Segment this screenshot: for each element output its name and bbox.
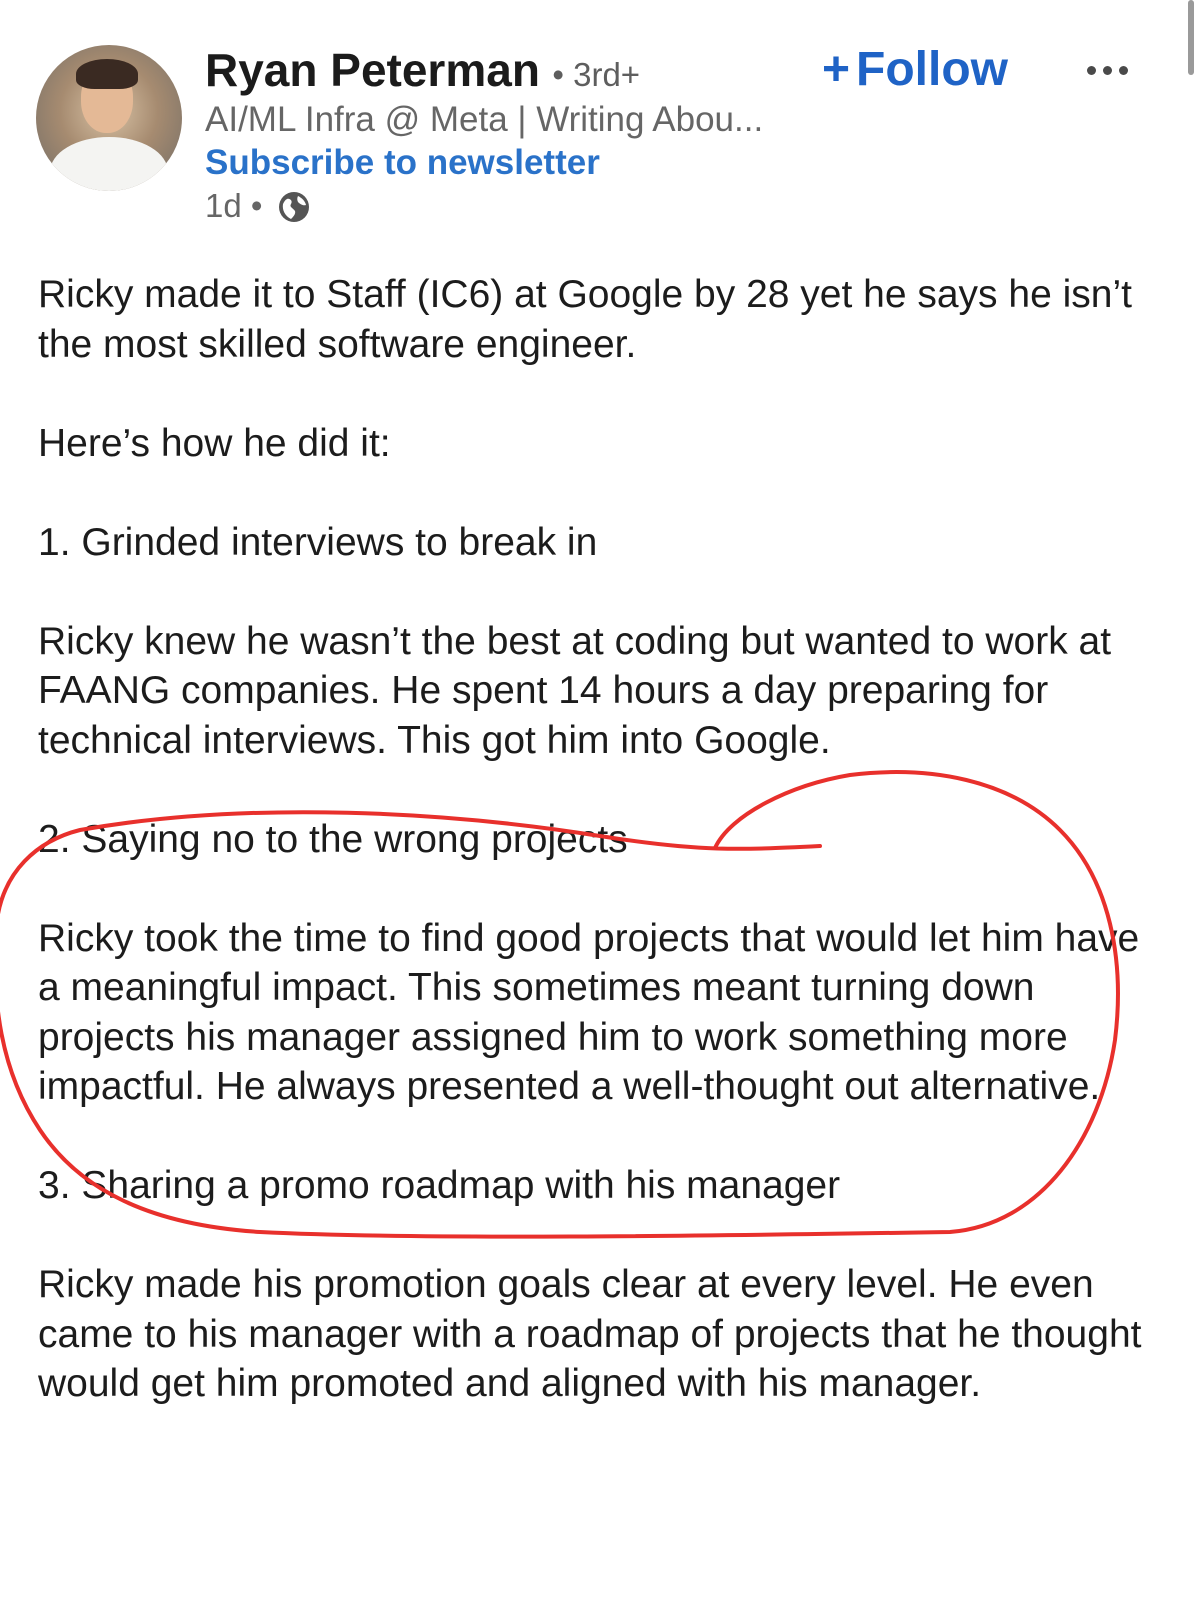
post-time: 1d •	[205, 187, 263, 224]
author-name[interactable]: Ryan Peterman	[205, 44, 540, 96]
avatar-hair	[76, 59, 138, 89]
post-heading: 1. Grinded interviews to break in	[38, 520, 598, 564]
post-paragraph: Ricky made his promotion goals clear at …	[38, 1263, 1142, 1405]
avatar[interactable]	[36, 45, 182, 191]
more-horizontal-icon[interactable]	[1085, 50, 1131, 90]
author-headline: AI/ML Infra @ Meta | Writing Abou...	[205, 100, 764, 139]
scrollbar[interactable]	[1188, 0, 1194, 75]
post-paragraph: Ricky took the time to find good project…	[38, 916, 1140, 1109]
connection-degree: • 3rd+	[552, 56, 641, 93]
post-paragraph: Ricky made it to Staff (IC6) at Google b…	[38, 273, 1132, 366]
post-body: Ricky made it to Staff (IC6) at Google b…	[38, 270, 1148, 1458]
avatar-shirt	[50, 137, 168, 191]
post-heading: 3. Sharing a promo roadmap with his mana…	[38, 1164, 841, 1207]
globe-icon	[279, 192, 309, 222]
follow-label: Follow	[856, 43, 1008, 96]
follow-button[interactable]: + Follow	[822, 40, 1008, 100]
post-heading: 2. Saying no to the wrong projects	[38, 817, 628, 861]
post-paragraph: Ricky knew he wasn’t the best at coding …	[38, 619, 1112, 762]
plus-icon: +	[822, 43, 851, 96]
post-paragraph: Here’s how he did it:	[38, 421, 391, 465]
subscribe-newsletter-link[interactable]: Subscribe to newsletter	[205, 141, 600, 185]
